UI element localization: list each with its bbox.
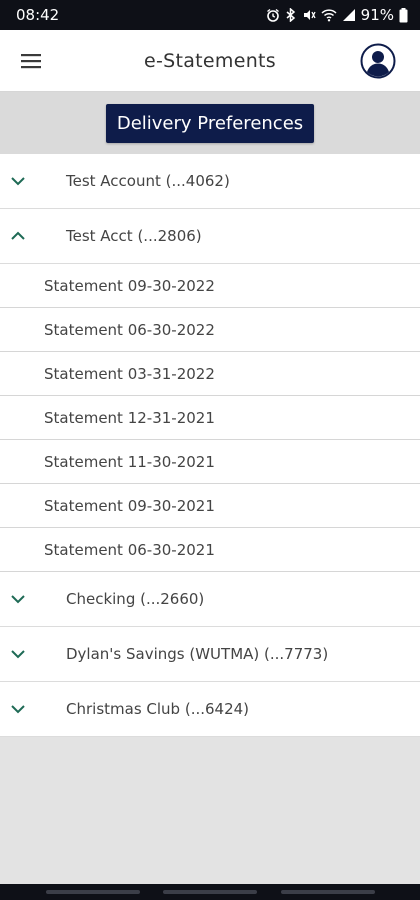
account-label: Checking (...2660) xyxy=(66,590,205,608)
chevron-up-icon xyxy=(11,231,25,240)
statement-label: Statement 06-30-2022 xyxy=(44,320,215,339)
account-label: Test Acct (...2806) xyxy=(66,227,202,245)
app-bar: e-Statements xyxy=(0,30,420,92)
signal-icon xyxy=(342,9,355,21)
nav-home-handle[interactable] xyxy=(163,890,257,894)
page-title: e-Statements xyxy=(143,50,277,72)
battery-icon xyxy=(399,7,408,22)
status-bar: 08:42 91% xyxy=(0,0,420,30)
bluetooth-icon xyxy=(286,8,295,22)
accounts-list: Test Account (...4062) Test Acct (...280… xyxy=(0,154,420,737)
statement-label: Statement 12-31-2021 xyxy=(44,408,215,427)
alarm-icon xyxy=(266,8,279,22)
delivery-preferences-bar: Delivery Preferences xyxy=(0,92,420,154)
battery-percent: 91% xyxy=(360,6,394,24)
statement-label: Statement 06-30-2021 xyxy=(44,540,215,559)
system-navigation-bar xyxy=(0,884,420,900)
mute-icon xyxy=(303,10,316,20)
status-time: 08:42 xyxy=(16,6,60,24)
account-row[interactable]: Test Acct (...2806) xyxy=(0,209,420,264)
chevron-down-icon xyxy=(11,650,25,659)
nav-recents-handle[interactable] xyxy=(46,890,140,894)
statement-row[interactable]: Statement 09-30-2022 xyxy=(0,264,420,308)
nav-back-handle[interactable] xyxy=(281,890,375,894)
menu-button[interactable] xyxy=(14,44,48,78)
account-row[interactable]: Test Account (...4062) xyxy=(0,154,420,209)
chevron-down-icon xyxy=(11,177,25,186)
delivery-preferences-button[interactable]: Delivery Preferences xyxy=(106,103,314,143)
statement-row[interactable]: Statement 11-30-2021 xyxy=(0,440,420,484)
statement-row[interactable]: Statement 06-30-2021 xyxy=(0,528,420,572)
statement-label: Statement 09-30-2022 xyxy=(44,276,215,295)
hamburger-menu-icon xyxy=(21,54,41,69)
account-row[interactable]: Checking (...2660) xyxy=(0,572,420,627)
statement-label: Statement 03-31-2022 xyxy=(44,364,215,383)
chevron-down-icon xyxy=(11,705,25,714)
statement-label: Statement 11-30-2021 xyxy=(44,452,215,471)
status-icons: 91% xyxy=(266,6,408,24)
statement-row[interactable]: Statement 12-31-2021 xyxy=(0,396,420,440)
account-label: Dylan's Savings (WUTMA) (...7773) xyxy=(66,645,329,663)
wifi-icon xyxy=(321,9,337,22)
statement-row[interactable]: Statement 09-30-2021 xyxy=(0,484,420,528)
account-row[interactable]: Christmas Club (...6424) xyxy=(0,682,420,737)
account-row[interactable]: Dylan's Savings (WUTMA) (...7773) xyxy=(0,627,420,682)
profile-button[interactable] xyxy=(360,43,396,79)
statement-row[interactable]: Statement 03-31-2022 xyxy=(0,352,420,396)
statement-label: Statement 09-30-2021 xyxy=(44,496,215,515)
account-label: Christmas Club (...6424) xyxy=(66,700,250,718)
account-label: Test Account (...4062) xyxy=(66,172,230,190)
user-profile-icon xyxy=(360,43,396,79)
statement-row[interactable]: Statement 06-30-2022 xyxy=(0,308,420,352)
chevron-down-icon xyxy=(11,595,25,604)
